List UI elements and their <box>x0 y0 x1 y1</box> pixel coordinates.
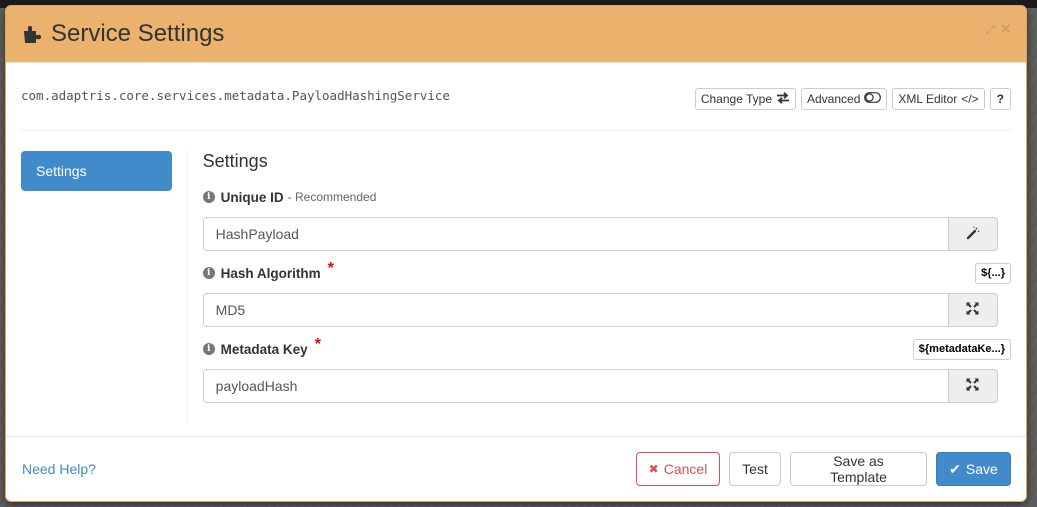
toggle-icon <box>864 92 882 106</box>
field-label: Unique ID <box>220 189 284 205</box>
change-type-label: Change Type <box>700 92 772 106</box>
exchange-icon <box>776 91 790 107</box>
cancel-button[interactable]: ✖ Cancel <box>636 452 720 486</box>
expression-button[interactable]: ${...} <box>975 262 1011 284</box>
footer-buttons: ✖ Cancel Test Save as Template ✔ Save <box>636 452 1011 486</box>
field-label: Hash Algorithm <box>220 265 321 281</box>
test-button[interactable]: Test <box>729 452 781 486</box>
help-button[interactable]: ? <box>989 88 1011 110</box>
change-type-button[interactable]: Change Type <box>694 88 796 110</box>
advanced-button[interactable]: Advanced <box>801 88 888 110</box>
field-label-row: i Metadata Key * ${metadataKe...} <box>202 336 1011 360</box>
field-hash-algorithm: i Hash Algorithm * ${...} <box>202 260 1011 327</box>
required-marker: * <box>314 336 321 353</box>
modal-footer: Need Help? ✖ Cancel Test Save as Templat… <box>6 436 1026 501</box>
hash-algorithm-input-group <box>202 293 998 327</box>
field-label-row: i Unique ID - Recommended <box>202 186 1011 208</box>
label-left: i Hash Algorithm * <box>202 260 334 282</box>
magic-wand-icon <box>966 226 980 243</box>
field-label-row: i Hash Algorithm * ${...} <box>202 260 1011 284</box>
service-class-name: com.adaptris.core.services.metadata.Payl… <box>21 87 450 103</box>
need-help-link[interactable]: Need Help? <box>22 461 96 477</box>
modal-header: Service Settings ⤢ ✕ <box>6 6 1026 63</box>
header-controls: ⤢ ✕ <box>985 22 1012 37</box>
info-icon[interactable]: i <box>202 267 215 279</box>
expand-arrows-icon <box>966 378 979 394</box>
section-title: Settings <box>202 151 268 171</box>
field-hint: - Recommended <box>287 190 377 204</box>
expand-editor-button[interactable] <box>947 369 998 403</box>
sidebar-item-settings[interactable]: Settings <box>21 151 172 191</box>
settings-content: Settings i Unique ID - Recommended HashP… <box>186 151 1011 423</box>
save-button[interactable]: ✔ Save <box>936 452 1011 486</box>
metadata-key-input-group <box>202 369 998 403</box>
settings-layout: Settings Settings i Unique ID - Recommen… <box>21 151 1011 423</box>
modal-body: com.adaptris.core.services.metadata.Payl… <box>6 63 1026 437</box>
info-icon[interactable]: i <box>202 191 215 203</box>
label-left: i Metadata Key * <box>202 336 321 358</box>
expand-icon[interactable]: ⤢ <box>985 23 995 36</box>
field-metadata-key: i Metadata Key * ${metadataKe...} <box>202 336 1011 403</box>
save-as-template-button[interactable]: Save as Template <box>790 452 927 486</box>
label-left: i Unique ID - Recommended <box>202 189 377 205</box>
cancel-label: Cancel <box>663 461 708 477</box>
xml-editor-button[interactable]: XML Editor </> <box>892 88 985 110</box>
expand-editor-button[interactable] <box>947 293 998 327</box>
code-icon: </> <box>961 92 979 106</box>
generate-id-button[interactable] <box>947 217 998 251</box>
xml-editor-label: XML Editor <box>898 92 958 106</box>
field-label: Metadata Key <box>220 341 308 357</box>
unique-id-input[interactable] <box>202 217 948 251</box>
top-toolbar: Change Type Advanced XML Editor </> ? <box>694 88 1011 110</box>
hash-algorithm-input[interactable] <box>202 293 948 327</box>
check-icon: ✔ <box>949 460 961 477</box>
metadata-key-input[interactable] <box>202 369 948 403</box>
modal-title: Service Settings <box>51 20 225 47</box>
expression-button[interactable]: ${metadataKe...} <box>912 338 1011 360</box>
close-icon[interactable]: ✕ <box>999 22 1012 37</box>
service-settings-modal: Service Settings ⤢ ✕ com.adaptris.core.s… <box>5 5 1027 502</box>
required-marker: * <box>327 260 334 277</box>
side-nav: Settings <box>21 151 187 423</box>
save-label: Save <box>965 461 998 477</box>
info-icon[interactable]: i <box>202 343 215 355</box>
sidebar-item-label: Settings <box>36 163 87 179</box>
advanced-label: Advanced <box>807 92 861 106</box>
field-unique-id: i Unique ID - Recommended <box>202 186 1011 251</box>
puzzle-piece-icon <box>21 23 43 45</box>
close-icon: ✖ <box>648 462 659 476</box>
unique-id-input-group <box>202 217 998 251</box>
class-row: com.adaptris.core.services.metadata.Payl… <box>21 63 1011 131</box>
expand-arrows-icon <box>966 302 979 318</box>
